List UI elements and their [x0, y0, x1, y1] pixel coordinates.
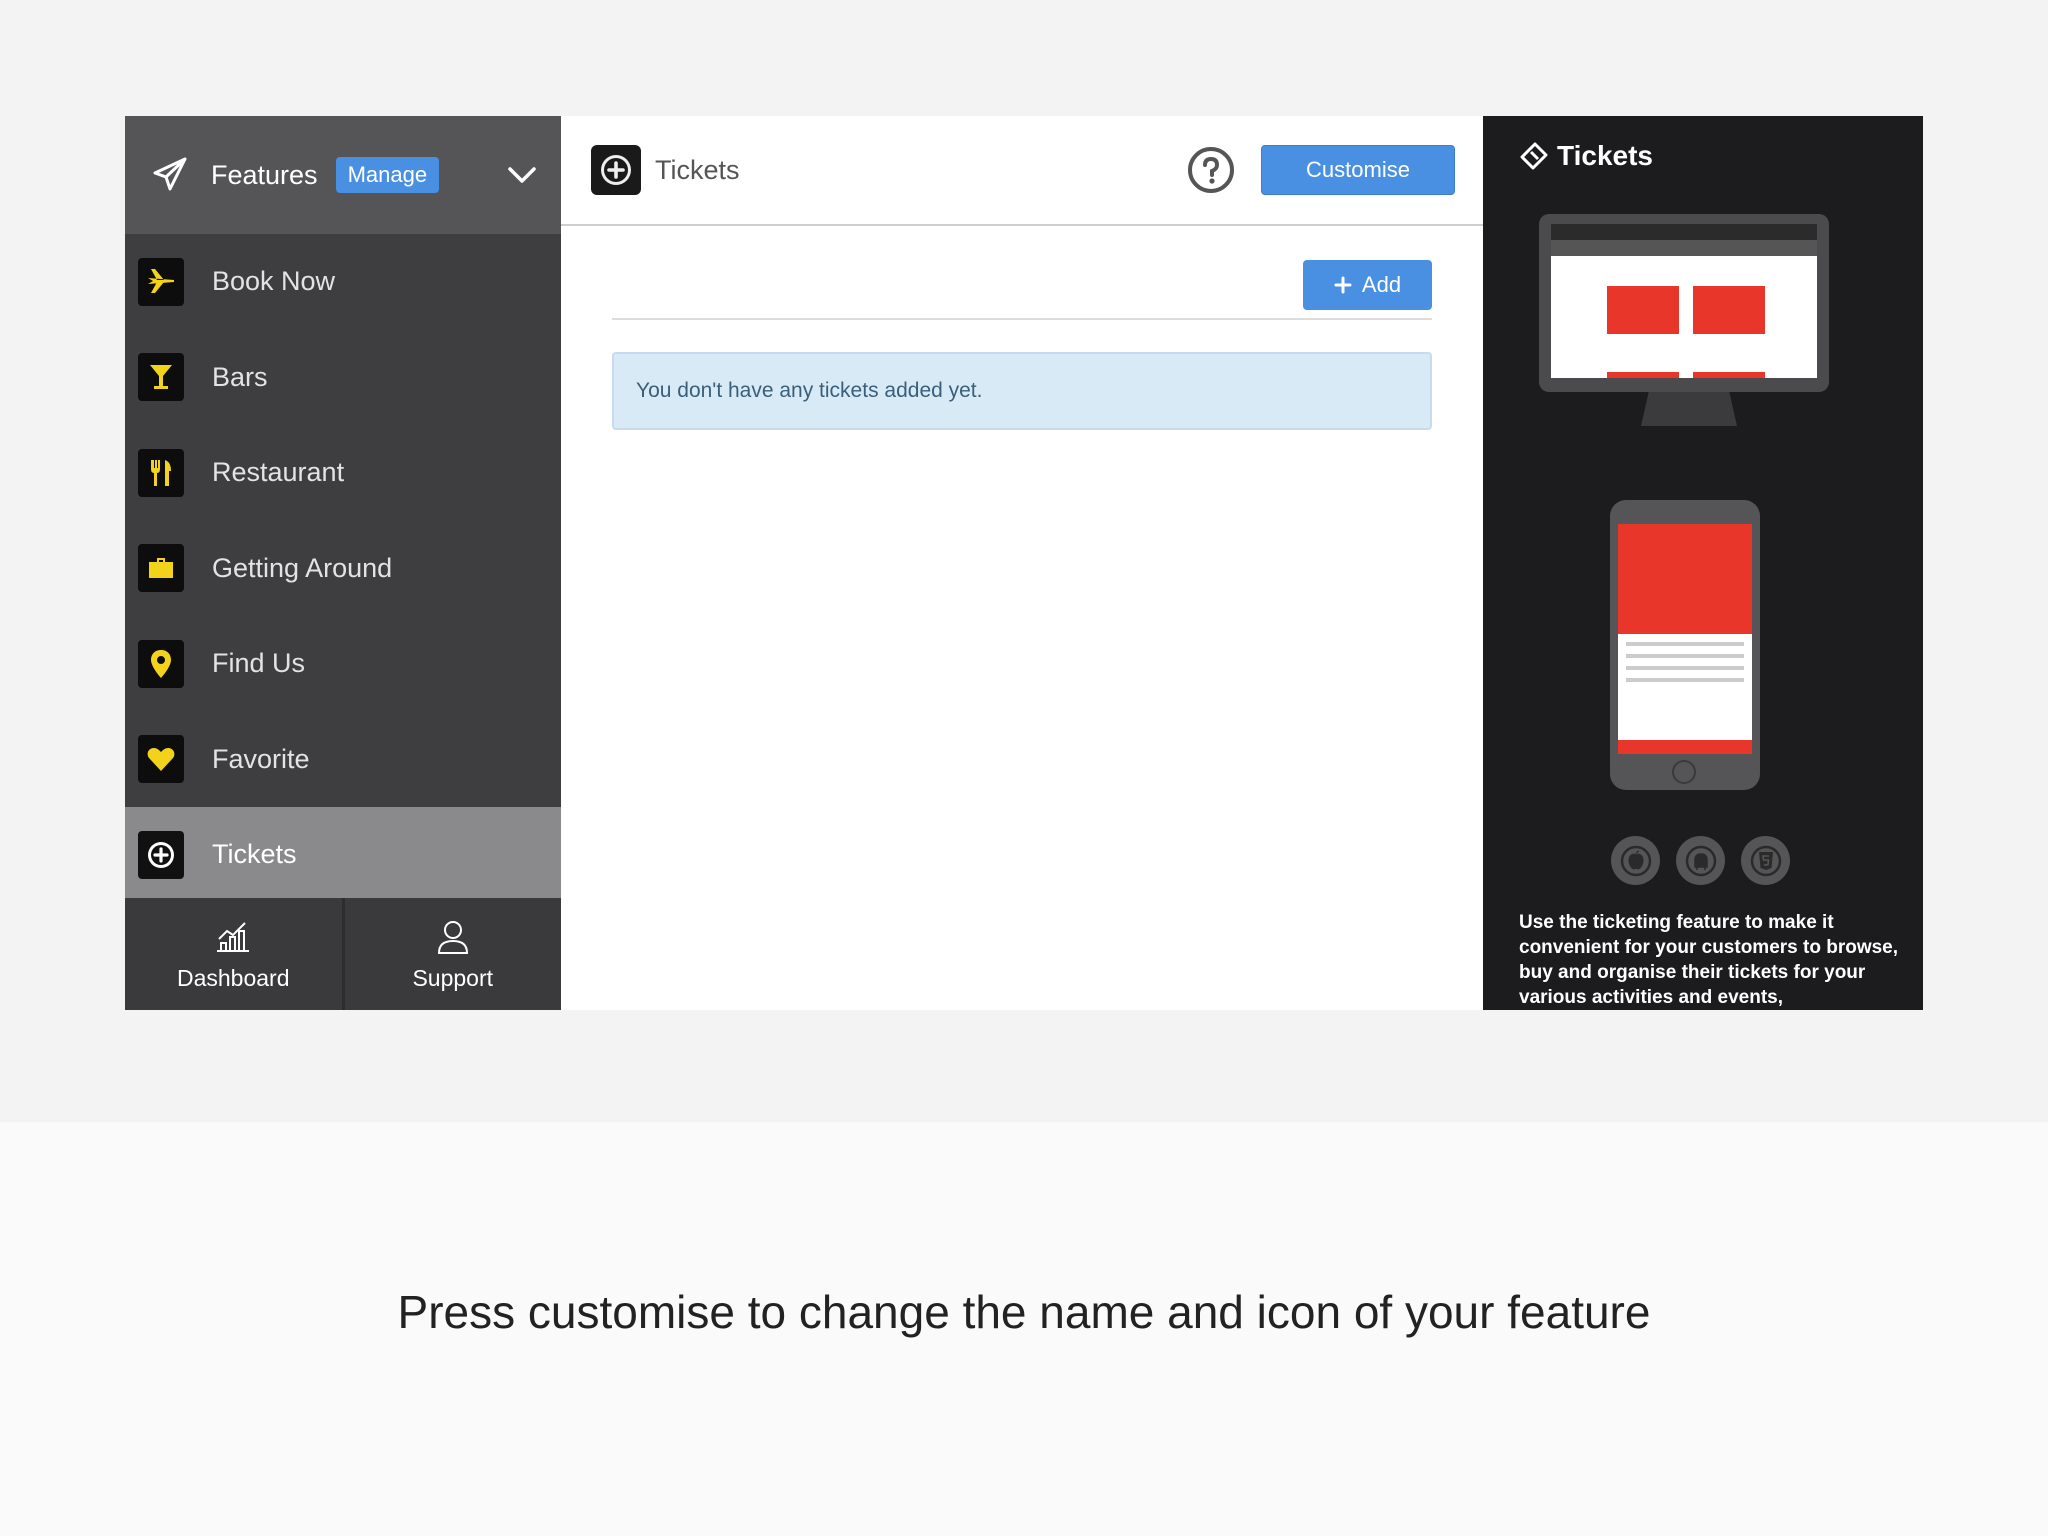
- preview-title: Tickets: [1557, 140, 1653, 171]
- desktop-preview-image: [1539, 214, 1829, 392]
- features-title: Features: [211, 159, 318, 190]
- chevron-down-icon[interactable]: [505, 158, 539, 192]
- customise-button[interactable]: Customise: [1261, 145, 1455, 195]
- plane-icon: [138, 257, 184, 306]
- plus-circle-icon: [591, 145, 641, 195]
- preview-description: Use the ticketing feature to make it con…: [1519, 912, 1899, 1008]
- sidebar-item-label: Restaurant: [212, 457, 345, 488]
- cutlery-icon: [138, 448, 184, 497]
- user-icon: [437, 920, 468, 954]
- map-pin-icon: [138, 639, 184, 688]
- sidebar-footer: Dashboard Support: [125, 898, 561, 1010]
- sidebar-item-label: Favorite: [212, 743, 310, 774]
- page-title: Tickets: [655, 154, 740, 185]
- heart-icon: [138, 735, 184, 784]
- empty-state-alert: You don't have any tickets added yet.: [612, 352, 1432, 430]
- bar-chart-icon: [217, 921, 250, 952]
- mobile-preview-image: [1610, 500, 1760, 790]
- dashboard-label: Dashboard: [176, 964, 290, 991]
- sidebar-item-label: Find Us: [212, 648, 306, 679]
- preview-panel: Tickets Use the ticketing feature to mak…: [1483, 116, 1923, 1010]
- ticket-icon: [1520, 142, 1548, 170]
- sidebar-item-label: Bars: [212, 361, 268, 392]
- plus-circle-icon: [138, 830, 184, 879]
- rocket-icon: [153, 157, 187, 191]
- cocktail-icon: [138, 353, 184, 402]
- add-button[interactable]: Add: [1303, 260, 1432, 310]
- add-row: Add: [612, 260, 1432, 320]
- plus-icon: [1334, 276, 1352, 294]
- feature-nav: Book Now Bars Restaurant Getting Around: [125, 234, 561, 903]
- sidebar-item-label: Book Now: [212, 266, 336, 297]
- app-window: Features Manage Book Now Bars Restaurant…: [125, 116, 1923, 1010]
- monitor-stand: [1641, 392, 1737, 426]
- caption-text: Press customise to change the name and i…: [397, 1286, 1651, 1338]
- briefcase-icon: [138, 544, 184, 593]
- platform-icons: [1611, 836, 1790, 885]
- sidebar-item-book-now[interactable]: Book Now: [125, 234, 561, 330]
- dashboard-button[interactable]: Dashboard: [125, 898, 342, 1010]
- support-label: Support: [412, 964, 494, 991]
- html5-icon: [1741, 836, 1790, 885]
- sidebar-item-getting-around[interactable]: Getting Around: [125, 521, 561, 617]
- sidebar-item-find-us[interactable]: Find Us: [125, 616, 561, 712]
- add-label: Add: [1361, 272, 1402, 297]
- preview-header: Tickets: [1519, 140, 1653, 172]
- support-button[interactable]: Support: [341, 898, 562, 1010]
- sidebar-item-restaurant[interactable]: Restaurant: [125, 425, 561, 521]
- sidebar-item-tickets[interactable]: Tickets: [125, 807, 561, 903]
- main-panel: Tickets Customise Add You don't have any…: [561, 116, 1483, 1010]
- sidebar-item-bars[interactable]: Bars: [125, 330, 561, 426]
- sidebar-item-favorite[interactable]: Favorite: [125, 712, 561, 808]
- features-header[interactable]: Features Manage: [125, 116, 561, 234]
- sidebar-item-label: Tickets: [212, 839, 297, 870]
- help-icon[interactable]: [1187, 146, 1235, 194]
- apple-icon: [1611, 836, 1660, 885]
- sidebar: Features Manage Book Now Bars Restaurant…: [125, 116, 561, 1010]
- android-icon: [1676, 836, 1725, 885]
- sidebar-item-label: Getting Around: [212, 552, 393, 583]
- manage-button[interactable]: Manage: [335, 157, 440, 193]
- main-header: Tickets Customise: [561, 116, 1483, 226]
